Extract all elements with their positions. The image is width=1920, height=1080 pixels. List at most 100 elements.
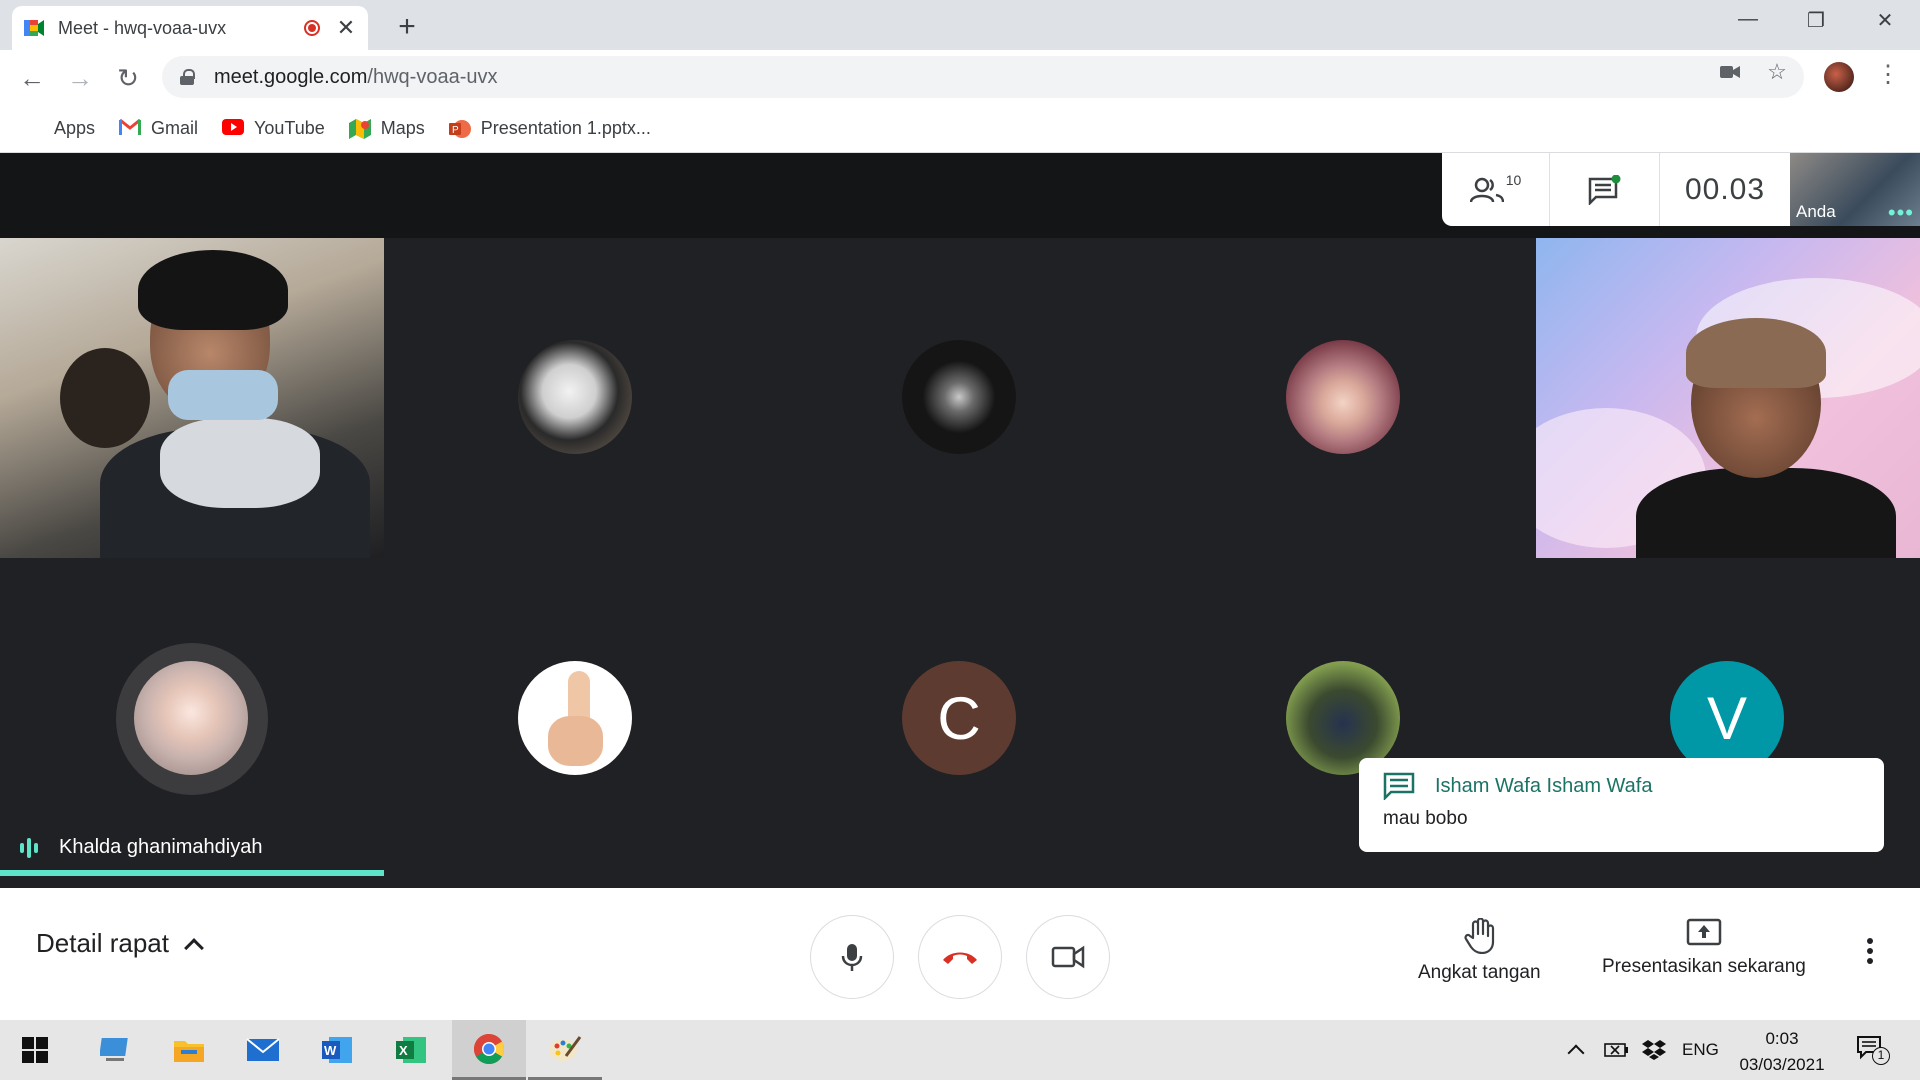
meet-stage: 10 00.03 Anda ••• C V Khalda ghanimahdiy…: [0, 153, 1920, 888]
taskbar-mail[interactable]: [226, 1020, 300, 1080]
forward-button[interactable]: →: [64, 62, 96, 94]
new-tab-button[interactable]: +: [392, 10, 422, 44]
chat-button[interactable]: [1550, 153, 1660, 226]
present-screen-icon: [1686, 918, 1722, 946]
windows-logo-icon: [22, 1037, 48, 1063]
computer-icon: [100, 1038, 128, 1061]
browser-tab[interactable]: Meet - hwq-voaa-uvx ✕: [12, 6, 368, 50]
maps-icon: [348, 118, 371, 139]
mail-icon: [246, 1038, 280, 1061]
bookmark-gmail[interactable]: Gmail: [119, 118, 198, 139]
gmail-icon: [119, 118, 142, 139]
participant-video-tile[interactable]: [0, 238, 384, 558]
chrome-menu-icon[interactable]: ⋮: [1876, 60, 1900, 89]
google-meet-icon: [24, 20, 44, 36]
participant-avatar[interactable]: [902, 340, 1016, 454]
browser-toolbar: ← → ↻ meet.google.com/hwq-voaa-uvx ☆ ⋮: [0, 50, 1920, 105]
present-now-button[interactable]: Presentasikan sekarang: [1602, 918, 1806, 978]
url-host: meet.google.com: [214, 65, 368, 88]
profile-avatar[interactable]: [1824, 62, 1854, 92]
chat-icon: [1588, 174, 1620, 205]
folder-icon: [174, 1041, 204, 1062]
taskbar-this-pc[interactable]: [78, 1020, 152, 1080]
participant-video-tile[interactable]: [1536, 238, 1920, 558]
meeting-timer: 00.03: [1660, 153, 1790, 226]
participant-avatar[interactable]: [518, 661, 632, 775]
bookmark-label: Presentation 1.pptx...: [480, 118, 651, 138]
show-hidden-icons-button[interactable]: [1567, 1020, 1585, 1080]
camera-button[interactable]: [1026, 915, 1110, 999]
taskbar-excel[interactable]: X: [374, 1020, 448, 1080]
bookmark-label: Apps: [54, 118, 96, 138]
bookmark-apps[interactable]: Apps: [22, 118, 95, 139]
raise-hand-label: Angkat tangan: [1418, 962, 1541, 983]
participant-avatar-speaking[interactable]: [134, 661, 248, 775]
language-indicator[interactable]: ENG: [1682, 1020, 1719, 1080]
apps-grid-icon: [22, 119, 44, 139]
participant-avatar[interactable]: [1286, 340, 1400, 454]
svg-text:X: X: [399, 1043, 408, 1058]
chrome-icon: [473, 1033, 505, 1064]
bookmark-label: YouTube: [254, 118, 325, 138]
start-button[interactable]: [0, 1020, 70, 1080]
bookmark-star-icon[interactable]: ☆: [1765, 60, 1789, 84]
speaker-name: Khalda ghanimahdiyah: [59, 836, 263, 858]
minimize-button[interactable]: —: [1733, 8, 1763, 31]
more-options-icon[interactable]: [1866, 938, 1874, 968]
hang-up-button[interactable]: [918, 915, 1002, 999]
clock-date: 03/03/2021: [1739, 1055, 1825, 1074]
excel-icon: X: [396, 1037, 426, 1063]
taskbar-file-explorer[interactable]: [152, 1020, 226, 1080]
svg-text:W: W: [324, 1043, 337, 1058]
camera-in-use-icon[interactable]: [1718, 60, 1742, 84]
active-speaker-indicator: [0, 870, 384, 876]
bookmarks-bar: Apps Gmail YouTube Maps P Presentation 1…: [0, 105, 1920, 153]
tab-close-icon[interactable]: ✕: [336, 15, 356, 41]
people-button[interactable]: 10: [1442, 153, 1550, 226]
chat-sender: Isham Wafa Isham Wafa: [1435, 774, 1653, 797]
word-icon: W: [322, 1037, 352, 1063]
back-button[interactable]: ←: [16, 62, 48, 94]
meeting-details-button[interactable]: Detail rapat: [36, 928, 204, 959]
action-center-button[interactable]: 1: [1856, 1020, 1890, 1080]
taskbar-word[interactable]: W: [300, 1020, 374, 1080]
microphone-icon: [841, 944, 863, 971]
self-view-label: Anda: [1796, 202, 1836, 221]
language-text: ENG: [1682, 1040, 1719, 1059]
browser-tabstrip: Meet - hwq-voaa-uvx ✕ + — ❐ ✕: [0, 0, 1920, 50]
raise-hand-button[interactable]: Angkat tangan: [1418, 918, 1541, 984]
battery-status[interactable]: [1604, 1020, 1630, 1080]
self-view-tile[interactable]: Anda •••: [1790, 153, 1920, 226]
bookmark-youtube[interactable]: YouTube: [222, 118, 325, 139]
url-path: /hwq-voaa-uvx: [367, 65, 498, 88]
participant-avatar[interactable]: [518, 340, 632, 454]
participant-count: 10: [1505, 171, 1522, 188]
paint-palette-icon: [549, 1035, 582, 1061]
active-speaker-label: Khalda ghanimahdiyah: [20, 836, 263, 859]
bookmark-presentation[interactable]: P Presentation 1.pptx...: [448, 118, 651, 139]
microphone-button[interactable]: [810, 915, 894, 999]
restore-button[interactable]: ❐: [1801, 8, 1831, 33]
dropbox-tray[interactable]: [1642, 1020, 1666, 1080]
meet-bottom-bar: Detail rapat Angkat tangan Presentasikan…: [0, 888, 1920, 1020]
bookmark-maps[interactable]: Maps: [348, 118, 425, 139]
chat-notification[interactable]: Isham Wafa Isham Wafa mau bobo: [1359, 758, 1884, 852]
present-now-label: Presentasikan sekarang: [1602, 956, 1806, 977]
participant-avatar-letter[interactable]: C: [902, 661, 1016, 775]
timer-text: 00.03: [1684, 172, 1766, 206]
chat-message: mau bobo: [1383, 808, 1468, 829]
taskbar-paint[interactable]: [528, 1020, 602, 1080]
raise-hand-icon: [1464, 918, 1495, 954]
meeting-info-panel: 10 00.03: [1442, 153, 1790, 226]
taskbar-chrome[interactable]: [452, 1020, 526, 1080]
system-clock[interactable]: 0:03 03/03/2021: [1732, 1026, 1832, 1078]
chevron-up-icon: [184, 937, 204, 958]
recording-indicator-icon: [304, 20, 320, 36]
address-bar[interactable]: meet.google.com/hwq-voaa-uvx: [162, 56, 1804, 98]
self-view-more-icon[interactable]: •••: [1888, 202, 1914, 224]
battery-icon: [1604, 1043, 1628, 1057]
lock-icon: [180, 69, 195, 85]
window-close-button[interactable]: ✕: [1870, 8, 1900, 33]
reload-button[interactable]: ↻: [112, 62, 144, 94]
phone-hangup-icon: [943, 952, 977, 964]
